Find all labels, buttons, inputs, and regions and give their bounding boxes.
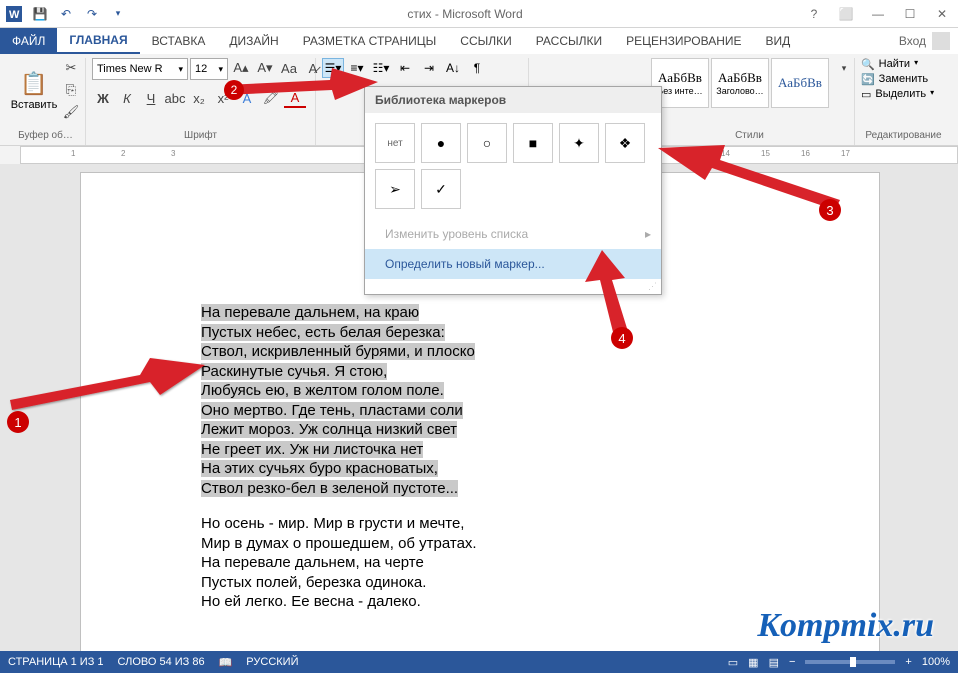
- replace-button[interactable]: 🔄Заменить: [861, 73, 928, 86]
- view-read-icon[interactable]: ▭: [728, 656, 738, 669]
- select-icon: ▭: [861, 88, 871, 101]
- bullet-circle[interactable]: ○: [467, 123, 507, 163]
- svg-text:2: 2: [231, 83, 238, 97]
- copy-icon[interactable]: ⎘: [60, 80, 82, 100]
- find-icon: 🔍: [861, 58, 875, 71]
- svg-text:1: 1: [14, 415, 21, 430]
- avatar-icon: [932, 32, 950, 50]
- bullet-disc[interactable]: ●: [421, 123, 461, 163]
- bullet-arrow[interactable]: ➢: [375, 169, 415, 209]
- statusbar: СТРАНИЦА 1 ИЗ 1 СЛОВО 54 ИЗ 86 📖 РУССКИЙ…: [0, 651, 958, 673]
- tab-layout[interactable]: РАЗМЕТКА СТРАНИЦЫ: [291, 28, 449, 54]
- tab-view[interactable]: ВИД: [754, 28, 803, 54]
- bullet-4diamond[interactable]: ✦: [559, 123, 599, 163]
- status-words[interactable]: СЛОВО 54 ИЗ 86: [118, 656, 205, 668]
- tab-home[interactable]: ГЛАВНАЯ: [57, 28, 139, 54]
- subscript-icon[interactable]: x₂: [188, 88, 210, 108]
- svg-text:W: W: [9, 9, 20, 21]
- status-page[interactable]: СТРАНИЦА 1 ИЗ 1: [8, 656, 104, 668]
- svg-text:3: 3: [826, 203, 833, 218]
- bullet-check[interactable]: ✓: [421, 169, 461, 209]
- window-controls: ? ⬜ — ☐ ✕: [802, 4, 954, 24]
- paste-icon: 📋: [20, 71, 47, 97]
- group-font-label: Шрифт: [92, 128, 309, 145]
- undo-icon[interactable]: ↶: [56, 4, 76, 24]
- zoom-out-icon[interactable]: −: [789, 656, 795, 668]
- group-clipboard-label: Буфер об…: [12, 128, 79, 145]
- cut-icon[interactable]: ✂: [60, 58, 82, 78]
- strikethrough-icon[interactable]: abc: [164, 88, 186, 108]
- save-icon[interactable]: 💾: [30, 4, 50, 24]
- redo-icon[interactable]: ↷: [82, 4, 102, 24]
- style-heading[interactable]: АаБбВвЗаголово…: [711, 58, 769, 108]
- status-proofing-icon[interactable]: 📖: [219, 656, 233, 669]
- italic-icon[interactable]: К: [116, 88, 138, 108]
- bullet-grid: нет ● ○ ■ ✦ ❖ ➢ ✓: [365, 113, 661, 219]
- group-clipboard: 📋 Вставить ✂ ⎘ 🖌 Буфер об…: [6, 58, 86, 145]
- login-text: Вход: [899, 34, 926, 48]
- bullet-none[interactable]: нет: [375, 123, 415, 163]
- tab-mailings[interactable]: РАССЫЛКИ: [524, 28, 614, 54]
- decrease-indent-icon[interactable]: ⇤: [394, 58, 416, 78]
- arrow-4: 4: [560, 250, 660, 350]
- zoom-in-icon[interactable]: +: [905, 656, 911, 668]
- bullet-diamonds[interactable]: ❖: [605, 123, 645, 163]
- group-editing: 🔍Найти▾ 🔄Заменить ▭Выделить▾ Редактирова…: [855, 58, 952, 145]
- tab-file[interactable]: ФАЙЛ: [0, 28, 57, 54]
- select-button[interactable]: ▭Выделить▾: [861, 88, 934, 101]
- titlebar: W 💾 ↶ ↷ ▾ стих - Microsoft Word ? ⬜ — ☐ …: [0, 0, 958, 28]
- find-button[interactable]: 🔍Найти▾: [861, 58, 918, 71]
- tab-references[interactable]: ССЫЛКИ: [448, 28, 523, 54]
- font-name-combo[interactable]: Times New R▾: [92, 58, 188, 80]
- tab-review[interactable]: РЕЦЕНЗИРОВАНИЕ: [614, 28, 753, 54]
- format-painter-icon[interactable]: 🖌: [60, 102, 82, 122]
- status-language[interactable]: РУССКИЙ: [246, 656, 298, 668]
- login-link[interactable]: Вход: [891, 28, 958, 54]
- zoom-slider[interactable]: [805, 660, 895, 664]
- quick-access-toolbar: W 💾 ↶ ↷ ▾: [4, 4, 128, 24]
- arrow-1: 1: [0, 340, 210, 440]
- change-level-item: Изменить уровень списка: [365, 219, 661, 249]
- paste-button[interactable]: 📋 Вставить: [12, 58, 56, 124]
- minimize-icon[interactable]: —: [866, 4, 890, 24]
- help-icon[interactable]: ?: [802, 4, 826, 24]
- underline-icon[interactable]: Ч: [140, 88, 162, 108]
- close-icon[interactable]: ✕: [930, 4, 954, 24]
- arrow-3: 3: [650, 130, 850, 230]
- sort-icon[interactable]: A↓: [442, 58, 464, 78]
- group-editing-label: Редактирование: [861, 128, 946, 145]
- style-title[interactable]: АаБбВв: [771, 58, 829, 108]
- word-icon: W: [4, 4, 24, 24]
- qat-more-icon[interactable]: ▾: [108, 4, 128, 24]
- bullet-square[interactable]: ■: [513, 123, 553, 163]
- window-title: стих - Microsoft Word: [128, 7, 802, 21]
- maximize-icon[interactable]: ☐: [898, 4, 922, 24]
- replace-icon: 🔄: [861, 73, 875, 86]
- increase-indent-icon[interactable]: ⇥: [418, 58, 440, 78]
- zoom-value[interactable]: 100%: [922, 656, 950, 668]
- watermark: Kompmix.ru: [757, 607, 934, 645]
- ribbon-options-icon[interactable]: ⬜: [834, 4, 858, 24]
- tab-design[interactable]: ДИЗАЙН: [217, 28, 290, 54]
- bullet-panel-header: Библиотека маркеров: [365, 87, 661, 113]
- show-marks-icon[interactable]: ¶: [466, 58, 488, 78]
- svg-text:4: 4: [618, 331, 625, 346]
- arrow-2: 2: [220, 60, 380, 110]
- tab-insert[interactable]: ВСТАВКА: [140, 28, 218, 54]
- ribbon-tabs: ФАЙЛ ГЛАВНАЯ ВСТАВКА ДИЗАЙН РАЗМЕТКА СТР…: [0, 28, 958, 54]
- bold-icon[interactable]: Ж: [92, 88, 114, 108]
- styles-more-icon[interactable]: ▾: [833, 58, 855, 78]
- view-print-icon[interactable]: ▦: [748, 656, 758, 669]
- poem-text[interactable]: На перевале дальнем, на краю Пустых небе…: [201, 303, 759, 612]
- view-web-icon[interactable]: ▤: [769, 656, 779, 669]
